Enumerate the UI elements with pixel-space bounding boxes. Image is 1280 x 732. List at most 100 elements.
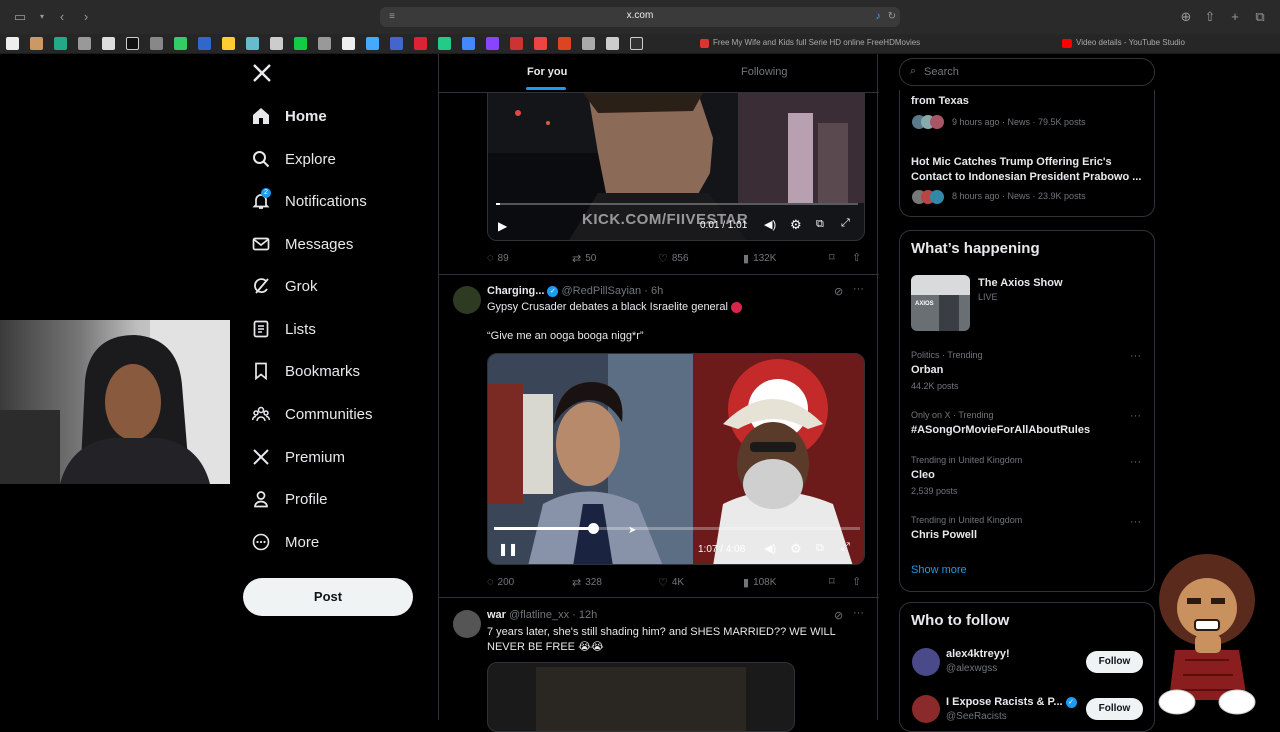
nav-premium[interactable]: Premium	[252, 442, 345, 472]
bookmark-button[interactable]: ⌑	[829, 251, 839, 264]
news-title[interactable]: from Texas	[911, 95, 969, 107]
new-tab-icon[interactable]: +	[1227, 9, 1243, 25]
tab-freehdmovies[interactable]: Free My Wife and Kids full Serie HD onli…	[713, 38, 920, 47]
bookmark-icon[interactable]	[462, 37, 475, 50]
nav-more[interactable]: More	[252, 527, 319, 557]
settings-icon[interactable]: ⚙	[790, 541, 802, 557]
live-title[interactable]: The Axios Show	[978, 277, 1063, 289]
bookmark-icon[interactable]	[582, 37, 595, 50]
author-name[interactable]: Charging...	[487, 285, 544, 297]
x-bookmark-icon[interactable]	[126, 37, 139, 50]
more-options-icon[interactable]: ···	[1130, 410, 1141, 422]
repost-button[interactable]: ⇄ 328	[572, 576, 602, 589]
bookmark-icon[interactable]	[510, 37, 523, 50]
trend-name[interactable]: #ASongOrMovieForAllAboutRules	[911, 424, 1090, 436]
trend-name[interactable]: Chris Powell	[911, 529, 977, 541]
nav-bookmarks[interactable]: Bookmarks	[252, 356, 360, 386]
like-button[interactable]: ♡ 4K	[658, 576, 684, 589]
nav-communities[interactable]: Communities	[252, 399, 373, 429]
tweet-media[interactable]	[487, 662, 795, 732]
download-icon[interactable]: ⊕	[1178, 9, 1194, 25]
follow-button[interactable]: Follow	[1086, 698, 1143, 720]
bookmark-icon[interactable]	[246, 37, 259, 50]
more-options-icon[interactable]: ···	[1130, 516, 1141, 528]
bookmark-icon[interactable]	[606, 37, 619, 50]
views-button[interactable]: ▮ 132K	[743, 252, 776, 265]
like-button[interactable]: ♡ 856	[658, 252, 689, 265]
tab-for-you[interactable]: For you	[527, 66, 567, 78]
bookmark-icon[interactable]	[174, 37, 187, 50]
nav-profile[interactable]: Profile	[252, 484, 328, 514]
author-handle[interactable]: @flatline_xx	[509, 609, 569, 621]
tab-following[interactable]: Following	[741, 66, 787, 78]
nav-lists[interactable]: Lists	[252, 314, 316, 344]
bookmark-icon[interactable]	[6, 37, 19, 50]
avatar[interactable]	[912, 648, 940, 676]
bookmark-button[interactable]: ⌑	[829, 575, 839, 588]
repost-button[interactable]: ⇄ 50	[572, 252, 596, 265]
share-button[interactable]: ⇧	[852, 251, 865, 264]
volume-icon[interactable]: ◀)	[764, 218, 776, 231]
video-scrubber-handle[interactable]	[587, 523, 599, 534]
avatar[interactable]	[453, 286, 481, 314]
bookmark-icon[interactable]	[150, 37, 163, 50]
nav-notifications[interactable]: 2 Notifications	[252, 186, 367, 216]
more-options-icon[interactable]: ···	[853, 607, 864, 619]
bookmark-icon[interactable]	[54, 37, 67, 50]
video-progress-track[interactable]	[496, 203, 858, 205]
more-options-icon[interactable]: ···	[1130, 456, 1141, 468]
tab-overview-icon[interactable]: ⧉	[1252, 9, 1268, 25]
bookmark-icon[interactable]	[558, 37, 571, 50]
back-icon[interactable]: ‹	[54, 9, 70, 25]
author-name[interactable]: war	[487, 609, 506, 621]
address-bar[interactable]: ≡ x.com ♪ ↻	[380, 7, 900, 27]
bookmark-icon[interactable]	[198, 37, 211, 50]
show-more-link[interactable]: Show more	[911, 564, 967, 576]
nav-explore[interactable]: Explore	[252, 144, 336, 174]
nav-messages[interactable]: Messages	[252, 229, 353, 259]
bookmark-icon[interactable]	[390, 37, 403, 50]
bookmark-icon[interactable]	[318, 37, 331, 50]
fullscreen-icon[interactable]: ⤢	[841, 541, 850, 554]
author-handle[interactable]: @RedPillSayian	[562, 285, 642, 297]
video-progress-track[interactable]	[494, 527, 860, 530]
bookmark-icon[interactable]	[486, 37, 499, 50]
tweet-video[interactable]: KICK.COM/FIIVESTAR ▶ 0:01 / 1:01 ◀) ⚙ ⧉ …	[487, 92, 865, 241]
follow-button[interactable]: Follow	[1086, 651, 1143, 673]
avatar[interactable]	[453, 610, 481, 638]
play-icon[interactable]: ▶	[498, 219, 507, 233]
follow-user-name[interactable]: I Expose Racists & P... ✓	[946, 696, 1077, 708]
bookmark-icon[interactable]	[438, 37, 451, 50]
picture-in-picture-icon[interactable]: ⧉	[816, 542, 824, 555]
bookmark-icon[interactable]	[342, 37, 355, 50]
bookmark-icon[interactable]	[630, 37, 643, 50]
trend-name[interactable]: Orban	[911, 364, 943, 376]
bookmark-icon[interactable]	[294, 37, 307, 50]
reply-button[interactable]: ◌ 200	[487, 576, 514, 588]
bookmark-icon[interactable]	[414, 37, 427, 50]
forward-icon[interactable]: ›	[78, 9, 94, 25]
live-thumbnail[interactable]: AXIOS	[911, 275, 970, 331]
tweet-video[interactable]: ➤ ❚❚ 1:07 / 4:08 ◀) ⚙ ⧉ ⤢	[487, 353, 865, 565]
bookmark-icon[interactable]	[30, 37, 43, 50]
picture-in-picture-icon[interactable]: ⧉	[816, 218, 824, 231]
grok-icon[interactable]: ⊘	[834, 285, 843, 298]
bookmark-icon[interactable]	[270, 37, 283, 50]
share-button[interactable]: ⇧	[852, 575, 865, 588]
follow-user-name[interactable]: alex4ktreyy!	[946, 648, 1010, 660]
post-button[interactable]: Post	[243, 578, 413, 616]
bookmark-icon[interactable]	[366, 37, 379, 50]
grok-icon[interactable]: ⊘	[834, 609, 843, 622]
x-logo[interactable]	[252, 63, 272, 88]
reload-icon[interactable]: ↻	[884, 9, 900, 25]
bookmark-icon[interactable]	[534, 37, 547, 50]
settings-icon[interactable]: ⚙	[790, 217, 802, 233]
reply-button[interactable]: ◌ 89	[487, 252, 509, 264]
news-title[interactable]: Hot Mic Catches Trump Offering Eric's Co…	[911, 155, 1147, 185]
volume-icon[interactable]: ◀)	[764, 542, 776, 555]
share-icon[interactable]: ⇧	[1202, 9, 1218, 25]
more-options-icon[interactable]: ···	[853, 283, 864, 295]
sidebar-toggle-icon[interactable]: ▭	[12, 9, 28, 25]
nav-home[interactable]: Home	[252, 101, 327, 131]
views-button[interactable]: ▮ 108K	[743, 576, 776, 589]
